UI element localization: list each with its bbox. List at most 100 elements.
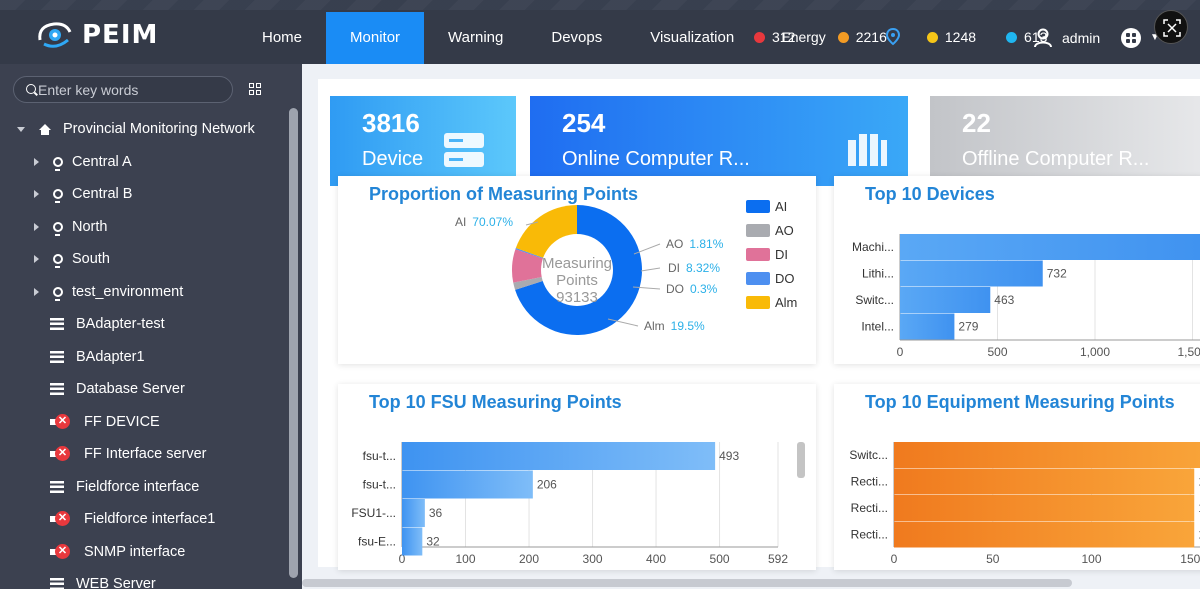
bar-3[interactable] (894, 521, 1195, 548)
top-fsu-panel: Top 10 FSU Measuring Points 0 100 200 300 40… (338, 384, 816, 570)
kpi-online-rooms[interactable]: 254 Online Computer R... (530, 96, 908, 186)
tree-item-central-b[interactable]: Central B (34, 183, 132, 205)
user-icon (1034, 28, 1052, 48)
pie-leader-line (640, 267, 661, 272)
tree-item-web-server[interactable]: WEB Server (50, 573, 156, 589)
nav-home[interactable]: Home (238, 12, 326, 64)
bar-0[interactable] (402, 442, 716, 470)
tree-item-badapter1[interactable]: BAdapter1 (50, 346, 145, 368)
pie-label-name: Alm (644, 319, 665, 333)
stat-major[interactable]: 2216 (837, 28, 901, 46)
location-pin-icon (53, 156, 63, 171)
x-tick-label: 592 (768, 552, 788, 566)
tree-item-database-server[interactable]: Database Server (50, 378, 185, 400)
tree-item-test-environment[interactable]: test_environment (34, 281, 183, 303)
orange-dot-icon (837, 31, 849, 43)
apps-grid-icon[interactable] (1121, 28, 1141, 48)
top-fsu-bar-chart: 0 100 200 300 400 500 592fsu-t... 493fsu-t... 20… (351, 442, 788, 566)
pie-label-name: AO (666, 237, 683, 251)
top-devices-bar-chart: 0 500 1,000 1,500 Machi... Lithi... 732 Switc..… (852, 234, 1200, 359)
grid-view-icon[interactable] (249, 83, 262, 96)
tree-item-north[interactable]: North (34, 216, 107, 238)
expand-down-icon[interactable] (17, 126, 25, 132)
legend-label-alm[interactable]: Alm (775, 295, 797, 310)
legend-label-di[interactable]: DI (775, 247, 788, 262)
expand-right-icon[interactable] (34, 255, 39, 263)
nav-devops[interactable]: Devops (527, 12, 626, 64)
x-tick-label: 500 (710, 552, 730, 566)
bar-3[interactable] (900, 313, 955, 340)
main-horizontal-scrollbar[interactable] (302, 579, 1072, 587)
legend-swatch-alm[interactable] (746, 296, 770, 309)
tree-item-fieldforce-interface1[interactable]: ✕ Fieldforce interface1 (50, 508, 215, 530)
bar-2[interactable] (894, 495, 1195, 521)
main-content: 3816 Device 254 Online Computer R... 22 … (302, 64, 1200, 589)
y-category-label: fsu-t... (363, 478, 396, 492)
bar-1[interactable] (900, 260, 1043, 287)
expand-right-icon[interactable] (34, 222, 39, 231)
pie-label-do: DO 0.3% (666, 282, 718, 296)
nav-warning[interactable]: Warning (424, 12, 527, 64)
error-icon: ✕ (50, 543, 70, 561)
stat-critical[interactable]: 312 Energy (754, 29, 826, 45)
tree-item-badapter-test[interactable]: BAdapter-test (50, 313, 165, 335)
tree-item-ff-device[interactable]: ✕ FF DEVICE (50, 411, 160, 433)
kpi-device[interactable]: 3816 Device (330, 96, 516, 186)
bar-3[interactable] (402, 527, 423, 556)
stat-minor[interactable]: 1248 (926, 29, 976, 45)
nav-visualization[interactable]: Visualization (626, 12, 758, 64)
bar-value-label: 279 (958, 320, 978, 334)
y-category-label: Recti... (851, 528, 888, 542)
tree-item-provincial-monitoring-network[interactable]: Provincial Monitoring Network (17, 118, 255, 140)
bar-1[interactable] (894, 468, 1195, 495)
user-menu[interactable]: admin (1034, 28, 1100, 48)
x-tick-label: 400 (646, 552, 666, 566)
bar-value-label: 732 (1047, 267, 1067, 281)
location-pin-icon (53, 221, 63, 236)
location-icon[interactable] (885, 28, 901, 46)
tree-item-label: FF Interface server (84, 446, 207, 462)
red-dot-icon (754, 31, 765, 43)
tree-item-ff-interface-server[interactable]: ✕ FF Interface server (50, 443, 206, 465)
bar-2[interactable] (900, 287, 991, 313)
legend-swatch-do[interactable] (746, 272, 770, 285)
expand-right-icon[interactable] (34, 287, 39, 296)
tree-item-label: Fieldforce interface1 (84, 511, 216, 527)
legend-swatch-ai[interactable] (746, 200, 770, 213)
pie-center-value: 93133 (556, 289, 598, 306)
logo[interactable]: PEIM (36, 20, 158, 50)
search-input[interactable] (38, 81, 223, 99)
legend-swatch-di[interactable] (746, 248, 770, 261)
tree-item-label: FF DEVICE (84, 413, 160, 430)
pie-label-name: DO (666, 282, 684, 296)
bar-0[interactable] (900, 234, 1200, 260)
tree-item-snmp-interface[interactable]: ✕ SNMP interface (50, 541, 185, 563)
tree-item-south[interactable]: South (34, 248, 110, 270)
logo-text: PEIM (82, 20, 159, 50)
bar-0[interactable] (894, 442, 1200, 468)
x-tick-label: 100 (455, 552, 475, 566)
y-category-label: Switc... (849, 448, 888, 462)
legend-label-do[interactable]: DO (775, 271, 795, 286)
fullscreen-toggle[interactable] (1154, 10, 1188, 44)
pie-label-name: AI (455, 215, 466, 229)
tree-item-central-a[interactable]: Central A (34, 151, 132, 173)
fullscreen-exit-icon (1163, 19, 1181, 37)
legend-label-ao[interactable]: AO (775, 223, 794, 238)
tree-item-label: SNMP interface (84, 543, 186, 560)
expand-right-icon[interactable] (34, 157, 39, 166)
legend-label-ai[interactable]: AI (775, 199, 787, 214)
bar-2[interactable] (402, 499, 425, 527)
legend-swatch-ao[interactable] (746, 224, 770, 237)
sidebar-scrollbar[interactable] (289, 108, 298, 578)
expand-right-icon[interactable] (34, 190, 39, 198)
alarm-stats: 312 Energy 2216 1248 613 (754, 28, 1059, 46)
bar-1[interactable] (402, 470, 533, 499)
tree-item-label: BAdapter1 (76, 348, 145, 365)
kpi-offline-rooms[interactable]: 22 Offline Computer R... (930, 96, 1200, 186)
tree-item-fieldforce-interface[interactable]: Fieldforce interface (50, 476, 199, 498)
nav-energy[interactable]: Energy (781, 29, 825, 45)
kpi-offline-value: 22 (962, 108, 991, 138)
peim-logo-icon (36, 20, 74, 50)
nav-monitor[interactable]: Monitor (326, 12, 425, 64)
